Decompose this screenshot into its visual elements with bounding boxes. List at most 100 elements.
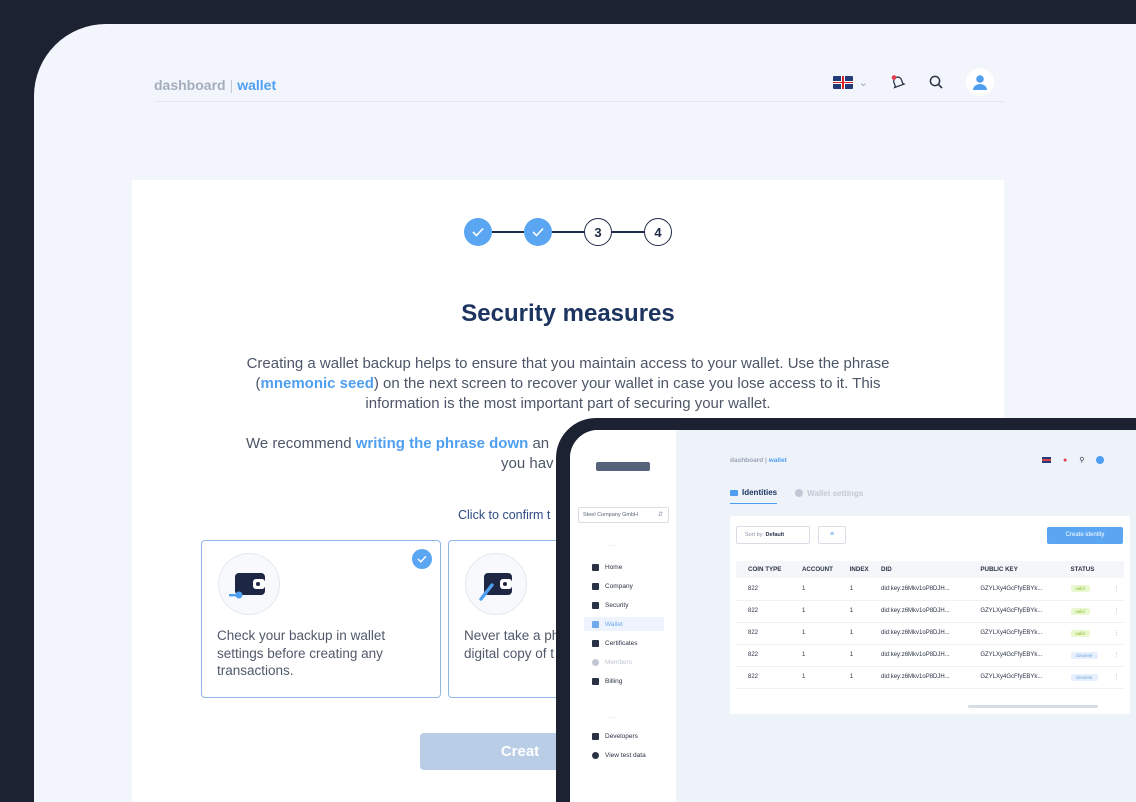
step-4: 4 [644, 218, 672, 246]
flag-uk-icon[interactable] [1042, 457, 1051, 463]
intro-paragraph: Creating a wallet backup helps to ensure… [242, 354, 894, 414]
step-connector [612, 231, 644, 233]
row-menu-icon[interactable]: ⋮ [1108, 622, 1124, 645]
row-menu-icon[interactable]: ⋮ [1108, 600, 1124, 623]
header-actions: ⌄ [832, 68, 994, 96]
cell-status: valid [1066, 578, 1109, 601]
identity-icon [730, 489, 738, 496]
sidebar-item-billing[interactable]: Billing [584, 674, 664, 688]
backup-option-check-settings[interactable]: Check your backup in wallet settings bef… [201, 540, 441, 698]
sidebar-item-company[interactable]: Company [584, 579, 664, 593]
breadcrumb-parent[interactable]: dashboard [730, 457, 763, 464]
sidebar-item-members[interactable]: Members [584, 655, 664, 669]
cell-index: 1 [845, 622, 878, 645]
cell-public-key: GZYLXy4GcFfyEBYk... [976, 622, 1067, 645]
front-breadcrumb: dashboard | wallet [730, 457, 787, 464]
cell-index: 1 [845, 600, 878, 623]
sidebar: Steel Company GmbH ⇵ —— Home Company Sec… [570, 430, 676, 802]
tab-label: Wallet settings [807, 488, 864, 498]
cell-did: did:key:z6Mkv1oP8DJH... [877, 644, 977, 667]
table-row[interactable]: 822 1 1 did:key:z6Mkv1oP8DJH... GZYLXy4G… [736, 644, 1124, 667]
cell-account: 1 [797, 622, 846, 645]
sidebar-item-security[interactable]: Security [584, 598, 664, 612]
create-identity-button[interactable]: Create identity [1047, 527, 1123, 544]
row-menu-icon[interactable]: ⋮ [1108, 644, 1124, 667]
col-index[interactable]: INDEX [845, 561, 878, 578]
front-screen: Steel Company GmbH ⇵ —— Home Company Sec… [570, 430, 1136, 802]
filter-icon[interactable]: ≡ [818, 526, 846, 544]
sidebar-item-label: Members [605, 658, 633, 666]
sort-select[interactable]: Sort by: Default [736, 526, 810, 544]
search-icon[interactable]: ⚲ [1079, 456, 1084, 464]
horizontal-scrollbar[interactable] [968, 705, 1098, 708]
code-icon [592, 732, 599, 740]
cell-index: 1 [845, 644, 878, 667]
status-badge: valid [1070, 607, 1090, 615]
shield-icon [592, 601, 599, 609]
user-icon[interactable] [1096, 456, 1105, 464]
cell-account: 1 [797, 600, 846, 623]
tab-wallet-settings[interactable]: Wallet settings [795, 488, 863, 504]
recommend-text-line2: you hav [501, 455, 554, 472]
certificate-icon [592, 639, 599, 647]
sidebar-item-label: Company [605, 582, 633, 590]
cell-did: did:key:z6Mkv1oP8DJH... [877, 578, 977, 601]
sidebar-item-home[interactable]: Home [584, 560, 664, 574]
table-row[interactable]: 822 1 1 did:key:z6Mkv1oP8DJH... GZYLXy4G… [736, 600, 1124, 623]
intro-text-b: ) on the next screen to recover your wal… [365, 375, 881, 412]
step-3: 3 [584, 218, 612, 246]
search-icon[interactable] [928, 74, 944, 90]
flag-uk-icon [832, 75, 853, 89]
cell-index: 1 [845, 666, 878, 689]
company-select[interactable]: Steel Company GmbH ⇵ [578, 507, 669, 523]
col-account[interactable]: ACCOUNT [797, 561, 846, 578]
breadcrumb-parent[interactable]: dashboard [154, 77, 226, 93]
check-icon [472, 227, 484, 237]
cell-status: valid [1066, 622, 1109, 645]
front-header-actions: ● ⚲ [1042, 456, 1105, 464]
user-avatar[interactable] [966, 68, 994, 96]
language-selector[interactable]: ⌄ [832, 75, 868, 89]
wallet-tabs: Identities Wallet settings [730, 488, 863, 504]
cell-account: 1 [797, 644, 846, 667]
sidebar-item-test-data[interactable]: View test data [584, 748, 664, 762]
table-row[interactable]: 822 1 1 did:key:z6Mkv1oP8DJH... GZYLXy4G… [736, 578, 1124, 601]
col-coin-type[interactable]: COIN TYPE [736, 561, 798, 578]
wallet-pen-icon [465, 553, 527, 615]
mnemonic-seed-link[interactable]: mnemonic seed [260, 375, 373, 392]
check-icon [532, 227, 544, 237]
row-menu-icon[interactable]: ⋮ [1108, 666, 1124, 689]
breadcrumb-separator: | [765, 457, 767, 464]
col-did[interactable]: DID [877, 561, 977, 578]
sidebar-item-label: Security [605, 601, 629, 609]
table-row[interactable]: 822 1 1 did:key:z6Mkv1oP8DJH... GZYLXy4G… [736, 666, 1124, 689]
sidebar-item-label: Home [605, 563, 623, 571]
cell-status: valid [1066, 600, 1109, 623]
sidebar-item-certificates[interactable]: Certificates [584, 636, 664, 650]
tab-identities[interactable]: Identities [730, 488, 778, 504]
cell-status: obsolete [1066, 666, 1109, 689]
sidebar-item-wallet[interactable]: Wallet [584, 617, 664, 631]
col-public-key[interactable]: PUBLIC KEY [976, 561, 1067, 578]
sidebar-item-developers[interactable]: Developers [584, 729, 664, 743]
write-down-link[interactable]: writing the phrase down [356, 435, 529, 452]
cell-did: did:key:z6Mkv1oP8DJH... [877, 622, 977, 645]
wallet-key-icon [218, 553, 280, 615]
toggle-icon [592, 751, 599, 759]
table-header-row: COIN TYPE ACCOUNT INDEX DID PUBLIC KEY S… [736, 561, 1124, 578]
sidebar-section-divider: —— [608, 714, 617, 719]
checked-icon [412, 549, 432, 569]
identities-panel: Sort by: Default ≡ Create identity COIN … [730, 516, 1130, 714]
status-badge: obsolete [1070, 673, 1098, 681]
breadcrumb-current: wallet [237, 77, 277, 93]
step-connector [492, 231, 524, 233]
row-menu-icon[interactable]: ⋮ [1108, 578, 1124, 601]
bell-icon[interactable]: ● [1063, 457, 1067, 464]
bell-icon[interactable] [890, 74, 906, 90]
top-bar: dashboard | wallet ⌄ [154, 68, 1004, 102]
cell-public-key: GZYLXy4GcFfyEBYk... [976, 600, 1067, 623]
col-status[interactable]: STATUS [1066, 561, 1109, 578]
cell-status: obsolete [1066, 644, 1109, 667]
table-row[interactable]: 822 1 1 did:key:z6Mkv1oP8DJH... GZYLXy4G… [736, 622, 1124, 645]
user-icon [973, 75, 987, 90]
